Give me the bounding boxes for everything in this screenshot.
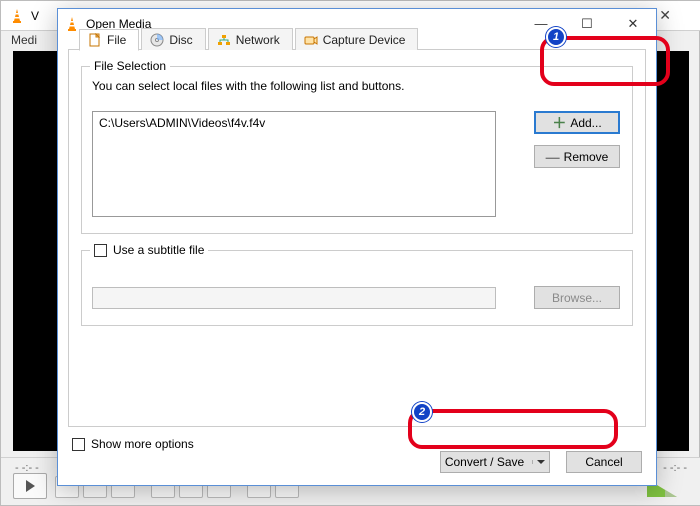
checkbox-icon bbox=[94, 244, 107, 257]
play-button[interactable] bbox=[13, 473, 47, 499]
browse-button: Browse... bbox=[534, 286, 620, 309]
close-button[interactable]: ✕ bbox=[610, 9, 656, 38]
remove-button-label: Remove bbox=[564, 150, 609, 164]
file-list-entry[interactable]: C:\Users\ADMIN\Videos\f4v.f4v bbox=[99, 116, 489, 130]
maximize-button[interactable]: ☐ bbox=[564, 9, 610, 38]
browse-button-label: Browse... bbox=[552, 291, 602, 305]
network-icon bbox=[217, 33, 231, 47]
tab-capture[interactable]: Capture Device bbox=[295, 28, 419, 50]
tab-disc[interactable]: Disc bbox=[141, 28, 205, 50]
cancel-button-label: Cancel bbox=[585, 455, 622, 469]
remove-button[interactable]: — Remove bbox=[534, 145, 620, 168]
chevron-down-icon bbox=[537, 460, 545, 464]
annotation-badge-1: 1 bbox=[546, 27, 566, 47]
vlc-menu-media[interactable]: Medi bbox=[11, 33, 37, 47]
checkbox-icon bbox=[72, 438, 85, 451]
file-list[interactable]: C:\Users\ADMIN\Videos\f4v.f4v bbox=[92, 111, 496, 217]
show-more-options-checkbox[interactable]: Show more options bbox=[72, 437, 194, 451]
capture-icon bbox=[304, 33, 318, 47]
vlc-main-close-icon[interactable]: ✕ bbox=[659, 7, 671, 24]
disc-icon bbox=[150, 33, 164, 47]
add-button[interactable]: ＋ Add... bbox=[534, 111, 620, 134]
show-more-options-label: Show more options bbox=[91, 437, 194, 451]
tab-network[interactable]: Network bbox=[208, 28, 293, 50]
tab-file-label: File bbox=[107, 33, 126, 47]
add-button-label: Add... bbox=[570, 116, 601, 130]
subtitle-path-field bbox=[92, 287, 496, 309]
vlc-cone-icon bbox=[64, 16, 80, 32]
file-selection-hint: You can select local files with the foll… bbox=[92, 79, 622, 93]
file-selection-legend: File Selection bbox=[90, 59, 170, 73]
tab-file[interactable]: File bbox=[79, 29, 139, 51]
tab-network-label: Network bbox=[236, 33, 280, 47]
annotation-badge-2: 2 bbox=[412, 402, 432, 422]
file-selection-group: File Selection You can select local file… bbox=[81, 66, 633, 234]
use-subtitle-label: Use a subtitle file bbox=[113, 243, 204, 257]
time-remaining: - -:- - bbox=[663, 462, 687, 474]
convert-save-label: Convert / Save bbox=[441, 455, 528, 469]
cancel-button[interactable]: Cancel bbox=[566, 451, 642, 473]
file-icon bbox=[88, 33, 102, 47]
dialog-content: File Disc Network Capture Device File Se… bbox=[68, 49, 646, 427]
dialog-footer: Show more options Convert / Save Cancel bbox=[58, 427, 656, 485]
use-subtitle-checkbox[interactable]: Use a subtitle file bbox=[90, 243, 208, 257]
play-icon bbox=[26, 480, 35, 492]
vlc-cone-icon bbox=[9, 8, 25, 24]
open-media-dialog: Open Media — ☐ ✕ File Disc Network Captu… bbox=[57, 8, 657, 486]
vlc-main-title: V bbox=[31, 9, 39, 23]
tab-bar: File Disc Network Capture Device bbox=[79, 28, 418, 50]
tab-capture-label: Capture Device bbox=[323, 33, 406, 47]
convert-save-dropdown[interactable] bbox=[532, 460, 549, 464]
subtitle-group: Use a subtitle file Browse... bbox=[81, 250, 633, 326]
convert-save-button[interactable]: Convert / Save bbox=[440, 451, 550, 473]
tab-disc-label: Disc bbox=[169, 33, 192, 47]
